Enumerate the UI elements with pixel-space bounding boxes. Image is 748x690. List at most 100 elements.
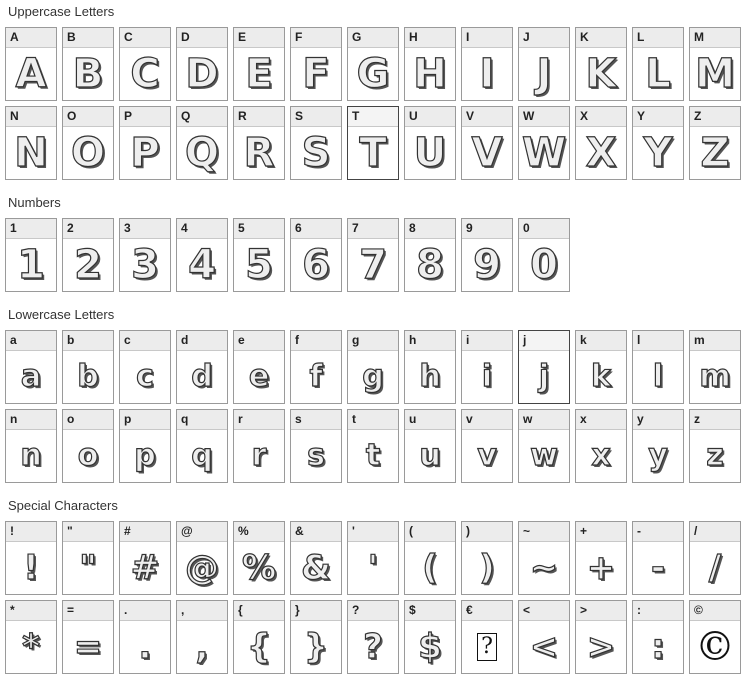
lowercase-glyph-cell: bb [62,330,114,404]
glyph-preview: © [695,623,735,670]
glyph-label: 6 [291,219,341,239]
glyph-preview: 1 [16,241,45,288]
glyph-preview: L [645,50,672,97]
glyph-label: * [6,601,56,621]
glyph-preview: y [648,437,669,473]
glyph-label: / [690,522,740,542]
special-glyph-cell: }} [290,600,342,674]
glyph-preview: O [70,129,105,176]
glyph-preview: h [419,358,442,394]
glyph-label: 8 [405,219,455,239]
glyph-preview: Q [184,129,219,176]
glyph-preview: r [251,437,267,473]
lowercase-glyph-cell: ii [461,330,513,404]
glyph-label: " [63,522,113,542]
lowercase-glyph-cell: nn [5,409,57,483]
glyph-label: T [348,107,398,127]
glyph-label: h [405,331,455,351]
glyph-label: l [633,331,683,351]
glyph-preview: F [302,50,331,97]
glyph-label: ~ [519,522,569,542]
glyph-preview: . [138,626,152,667]
glyph-preview: w [530,437,559,473]
lowercase-glyph-cell: mm [689,330,741,404]
uppercase-glyph-cell: OO [62,106,114,180]
numbers-glyph-cell: 66 [290,218,342,292]
glyph-label: { [234,601,284,621]
glyph-label: C [120,28,170,48]
uppercase-glyph-cell: QQ [176,106,228,180]
uppercase-glyph-cell: DD [176,27,228,101]
glyph-label: H [405,28,455,48]
glyph-preview: " [79,547,98,588]
numbers-glyph-cell: 55 [233,218,285,292]
special-glyph-cell: " " [62,521,114,595]
glyph-label: : [633,601,683,621]
special-glyph-cell: @ @ [176,521,228,595]
glyph-label: a [6,331,56,351]
uppercase-glyph-cell: EE [233,27,285,101]
uppercase-glyph-cell: XX [575,106,627,180]
glyph-label: J [519,28,569,48]
numbers-glyph-cell: 33 [119,218,171,292]
glyph-preview: u [419,437,442,473]
numbers-grid: 11223344556677889900 [5,218,741,292]
glyph-preview: t [365,437,381,473]
uppercase-glyph-cell: TT [347,106,399,180]
uppercase-glyph-cell: JJ [518,27,570,101]
glyph-label: y [633,410,683,430]
lowercase-glyph-cell: dd [176,330,228,404]
lowercase-glyph-cell: hh [404,330,456,404]
glyph-preview: ) [479,547,496,588]
glyph-label: A [6,28,56,48]
special-glyph-cell: < < [518,600,570,674]
glyph-label: G [348,28,398,48]
lowercase-glyph-cell: cc [119,330,171,404]
glyph-preview: q [191,437,214,473]
glyph-preview: T [359,129,387,176]
glyph-label: Q [177,107,227,127]
glyph-preview: b [77,358,100,394]
special-glyph-cell: # # [119,521,171,595]
glyph-preview: + [586,547,616,588]
special-glyph-cell: (( [404,521,456,595]
glyph-preview: S [301,129,331,176]
glyph-preview: x [591,437,612,473]
glyph-preview: , [195,626,209,667]
numbers-glyph-cell: 99 [461,218,513,292]
glyph-preview: K [585,50,617,97]
glyph-preview: U [413,129,447,176]
uppercase-glyph-cell: BB [62,27,114,101]
glyph-label: > [576,601,626,621]
glyph-label: N [6,107,56,127]
uppercase-glyph-cell: RR [233,106,285,180]
special-glyph-cell: ~ ~ [518,521,570,595]
glyph-preview: X [585,129,617,176]
glyph-preview: d [191,358,214,394]
lowercase-glyph-cell: aa [5,330,57,404]
glyph-label: , [177,601,227,621]
glyph-label: } [291,601,341,621]
lowercase-glyph-cell: jj [518,330,570,404]
glyph-label: = [63,601,113,621]
glyph-label: i [462,331,512,351]
lowercase-glyph-cell: ll [632,330,684,404]
glyph-label: ? [348,601,398,621]
special-glyph-cell: .. [119,600,171,674]
lowercase-glyph-cell: ww [518,409,570,483]
glyph-preview: v [477,437,498,473]
glyph-label: o [63,410,113,430]
glyph-label: r [234,410,284,430]
special-glyph-cell: > > [575,600,627,674]
glyph-preview: E [245,50,274,97]
special-glyph-cell: $ $ [404,600,456,674]
glyph-label: w [519,410,569,430]
lowercase-glyph-cell: pp [119,409,171,483]
glyph-label: g [348,331,398,351]
glyph-label: M [690,28,740,48]
uppercase-glyph-cell: KK [575,27,627,101]
glyph-label: u [405,410,455,430]
glyph-preview: ? [363,626,384,667]
glyph-label: & [291,522,341,542]
lowercase-grid: aabbccddeeffgghhiijjkkllmmnnooppqqrrsstt… [5,330,741,483]
